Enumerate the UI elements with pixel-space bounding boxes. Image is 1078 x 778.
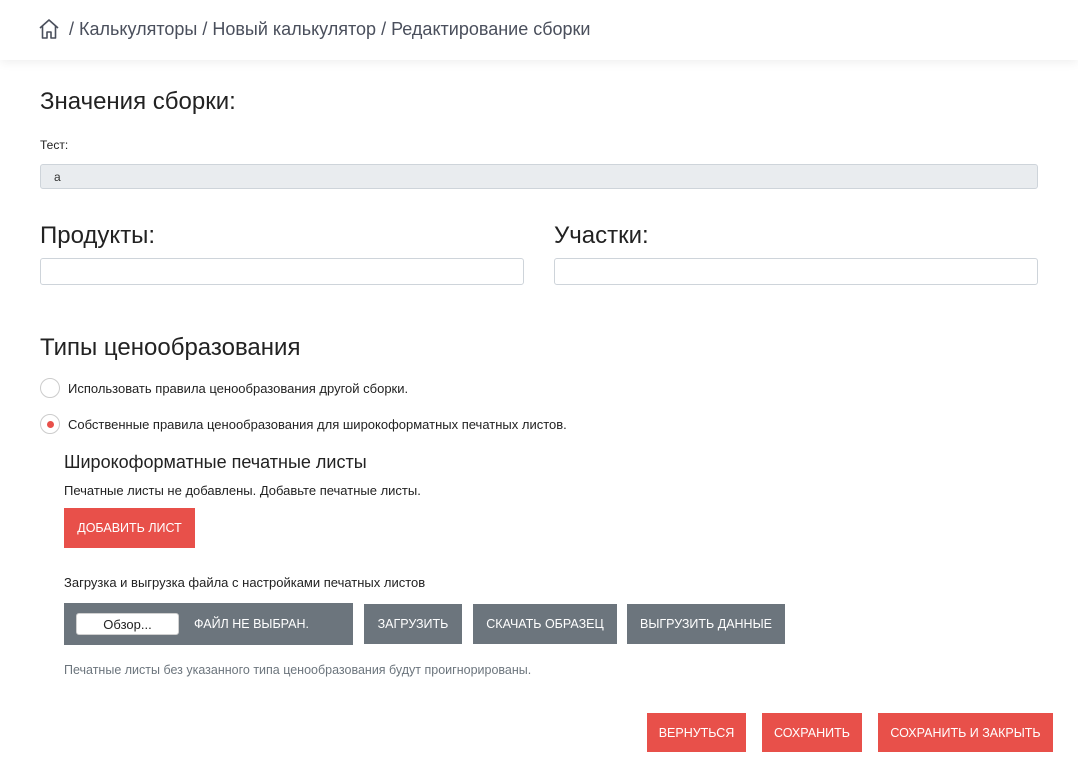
file-status-text: Файл не выбран. bbox=[194, 617, 310, 631]
breadcrumb-edit-assembly: Редактирование сборки bbox=[391, 18, 591, 39]
save-and-close-button[interactable]: Сохранить и закрыть bbox=[878, 713, 1053, 752]
breadcrumb: / Калькуляторы / Новый калькулятор / Ред… bbox=[38, 16, 590, 42]
test-label: Тест: bbox=[40, 138, 69, 152]
radio-dot-icon bbox=[46, 420, 54, 428]
download-sample-button[interactable]: Скачать образец bbox=[473, 604, 617, 644]
breadcrumb-separator: / bbox=[202, 18, 208, 39]
upload-button[interactable]: Загрузить bbox=[364, 604, 462, 644]
pricing-option-other-assembly[interactable]: Использовать правила ценообразования дру… bbox=[40, 378, 408, 398]
wide-sheets-heading: Широкоформатные печатные листы bbox=[64, 452, 367, 472]
radio-button[interactable] bbox=[40, 378, 60, 398]
areas-select[interactable] bbox=[554, 258, 1038, 285]
ignored-sheets-hint: Печатные листы без указанного типа ценоо… bbox=[64, 663, 532, 677]
assembly-values-heading: Значения сборки: bbox=[40, 88, 236, 115]
breadcrumb-calculators[interactable]: Калькуляторы bbox=[79, 19, 197, 40]
home-icon[interactable] bbox=[38, 18, 60, 40]
test-field: a bbox=[40, 164, 1038, 189]
file-input[interactable]: Обзор... Файл не выбран. bbox=[64, 603, 353, 645]
export-data-button[interactable]: Выгрузить данные bbox=[627, 604, 785, 644]
radio-button-selected[interactable] bbox=[40, 414, 60, 434]
breadcrumb-separator: / bbox=[69, 18, 75, 39]
add-sheet-button[interactable]: Добавить лист bbox=[64, 508, 195, 548]
pricing-option-label: Собственные правила ценообразования для … bbox=[68, 416, 567, 432]
pricing-option-label: Использовать правила ценообразования дру… bbox=[68, 380, 409, 396]
top-bar: / Калькуляторы / Новый калькулятор / Ред… bbox=[0, 0, 1078, 60]
pricing-option-own-rules[interactable]: Собственные правила ценообразования для … bbox=[40, 414, 567, 434]
products-select[interactable] bbox=[40, 258, 524, 285]
browse-button[interactable]: Обзор... bbox=[76, 613, 179, 635]
upload-section-label: Загрузка и выгрузка файла с настройками … bbox=[64, 575, 426, 590]
no-sheets-text: Печатные листы не добавлены. Добавьте пе… bbox=[64, 483, 421, 498]
areas-heading: Участки: bbox=[554, 222, 649, 249]
products-heading: Продукты: bbox=[40, 222, 156, 249]
pricing-types-heading: Типы ценообразования bbox=[40, 334, 301, 361]
breadcrumb-new-calculator[interactable]: Новый калькулятор bbox=[212, 19, 376, 40]
save-button[interactable]: Сохранить bbox=[762, 713, 862, 752]
breadcrumb-separator: / bbox=[381, 18, 387, 39]
back-button[interactable]: Вернуться bbox=[647, 713, 746, 752]
